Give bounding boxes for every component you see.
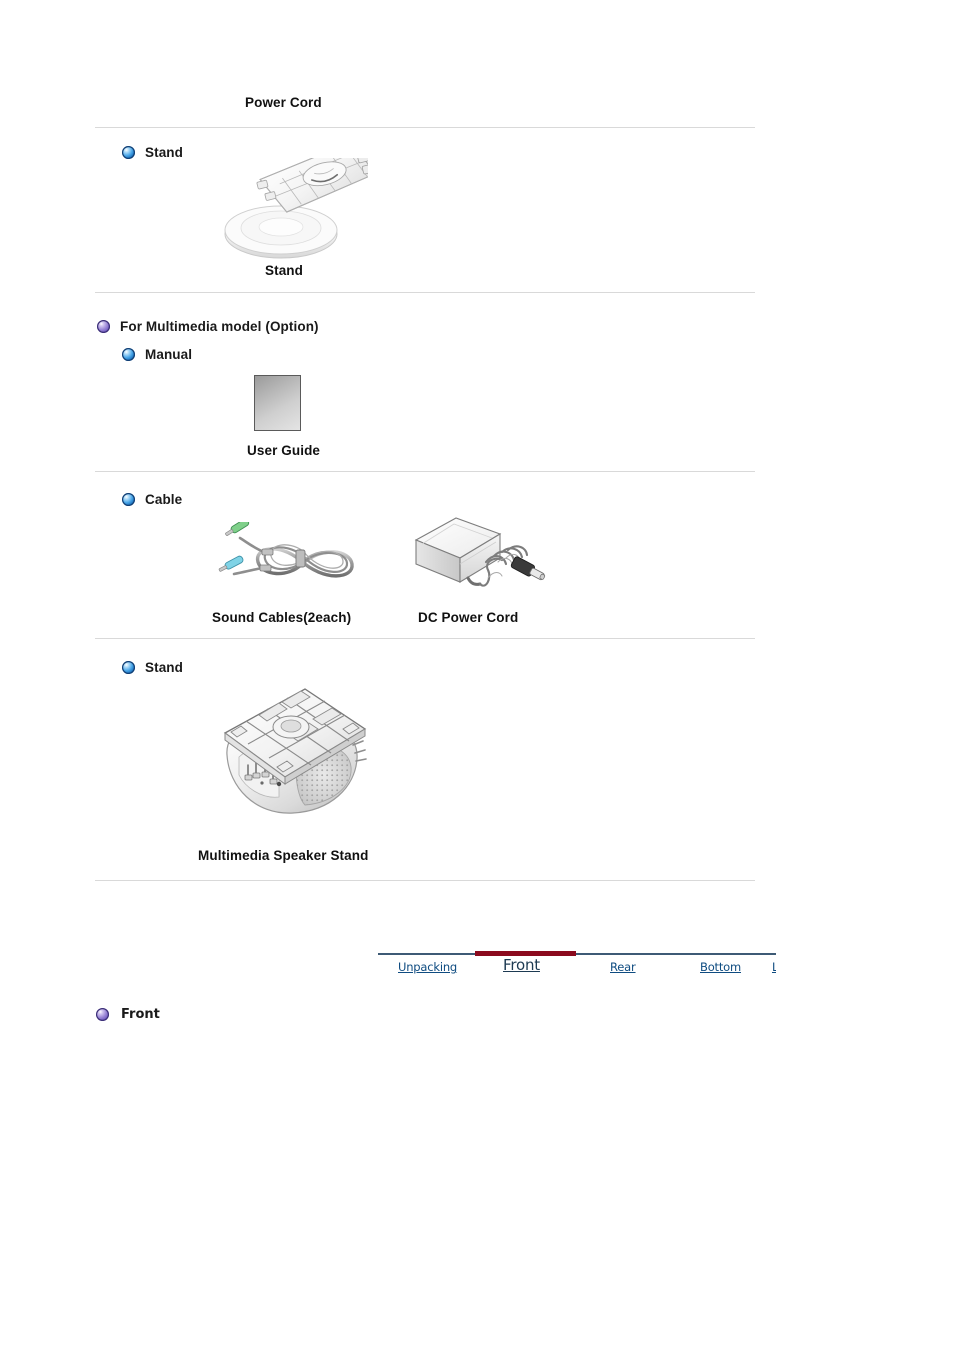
section-heading-label: Stand (145, 145, 184, 160)
purple-bullet-icon (96, 1008, 109, 1021)
page-navigation-tabs: Unpacking Front Rear Bottom L (378, 948, 776, 986)
blue-bullet-icon (122, 348, 135, 361)
subsection-heading-manual: Manual (122, 347, 192, 362)
blue-bullet-icon (122, 146, 135, 159)
section-divider (95, 471, 755, 472)
user-guide-caption: User Guide (247, 443, 321, 458)
purple-bullet-icon (97, 320, 110, 333)
user-guide-booklet-illustration (254, 375, 301, 431)
monitor-stand-illustration (218, 141, 377, 266)
section-heading-label: Front (121, 1007, 160, 1022)
tab-unpacking[interactable]: Unpacking (398, 960, 457, 974)
sound-cables-caption: Sound Cables(2each) (212, 610, 352, 625)
subsection-heading-stand-multimedia: Stand (122, 660, 183, 675)
section-divider (95, 880, 755, 881)
multimedia-speaker-stand-caption: Multimedia Speaker Stand (198, 848, 369, 863)
section-heading-multimedia: For Multimedia model (Option) (97, 319, 319, 334)
section-divider (95, 292, 755, 293)
tab-rear[interactable]: Rear (610, 960, 636, 974)
tab-clipped-next[interactable]: L (772, 960, 776, 974)
section-heading-front: Front (96, 1007, 160, 1022)
section-heading-label: For Multimedia model (Option) (120, 319, 319, 334)
dc-power-cord-caption: DC Power Cord (418, 610, 519, 625)
dc-power-adapter-illustration (408, 512, 553, 600)
section-divider (95, 127, 755, 128)
subsection-heading-label: Cable (145, 492, 183, 507)
section-divider (95, 638, 755, 639)
blue-bullet-icon (122, 493, 135, 506)
subsection-heading-cable: Cable (122, 492, 182, 507)
blue-bullet-icon (122, 661, 135, 674)
power-cord-caption: Power Cord (245, 95, 322, 110)
multimedia-speaker-stand-illustration (205, 683, 380, 838)
subsection-heading-label: Manual (145, 347, 193, 362)
tab-front[interactable]: Front (503, 956, 540, 974)
section-heading-stand: Stand (122, 145, 183, 160)
sound-cables-illustration (218, 518, 368, 600)
tab-bottom[interactable]: Bottom (700, 960, 741, 974)
subsection-heading-label: Stand (145, 660, 184, 675)
tabbar-rule (378, 953, 776, 955)
stand-caption: Stand (265, 263, 304, 278)
